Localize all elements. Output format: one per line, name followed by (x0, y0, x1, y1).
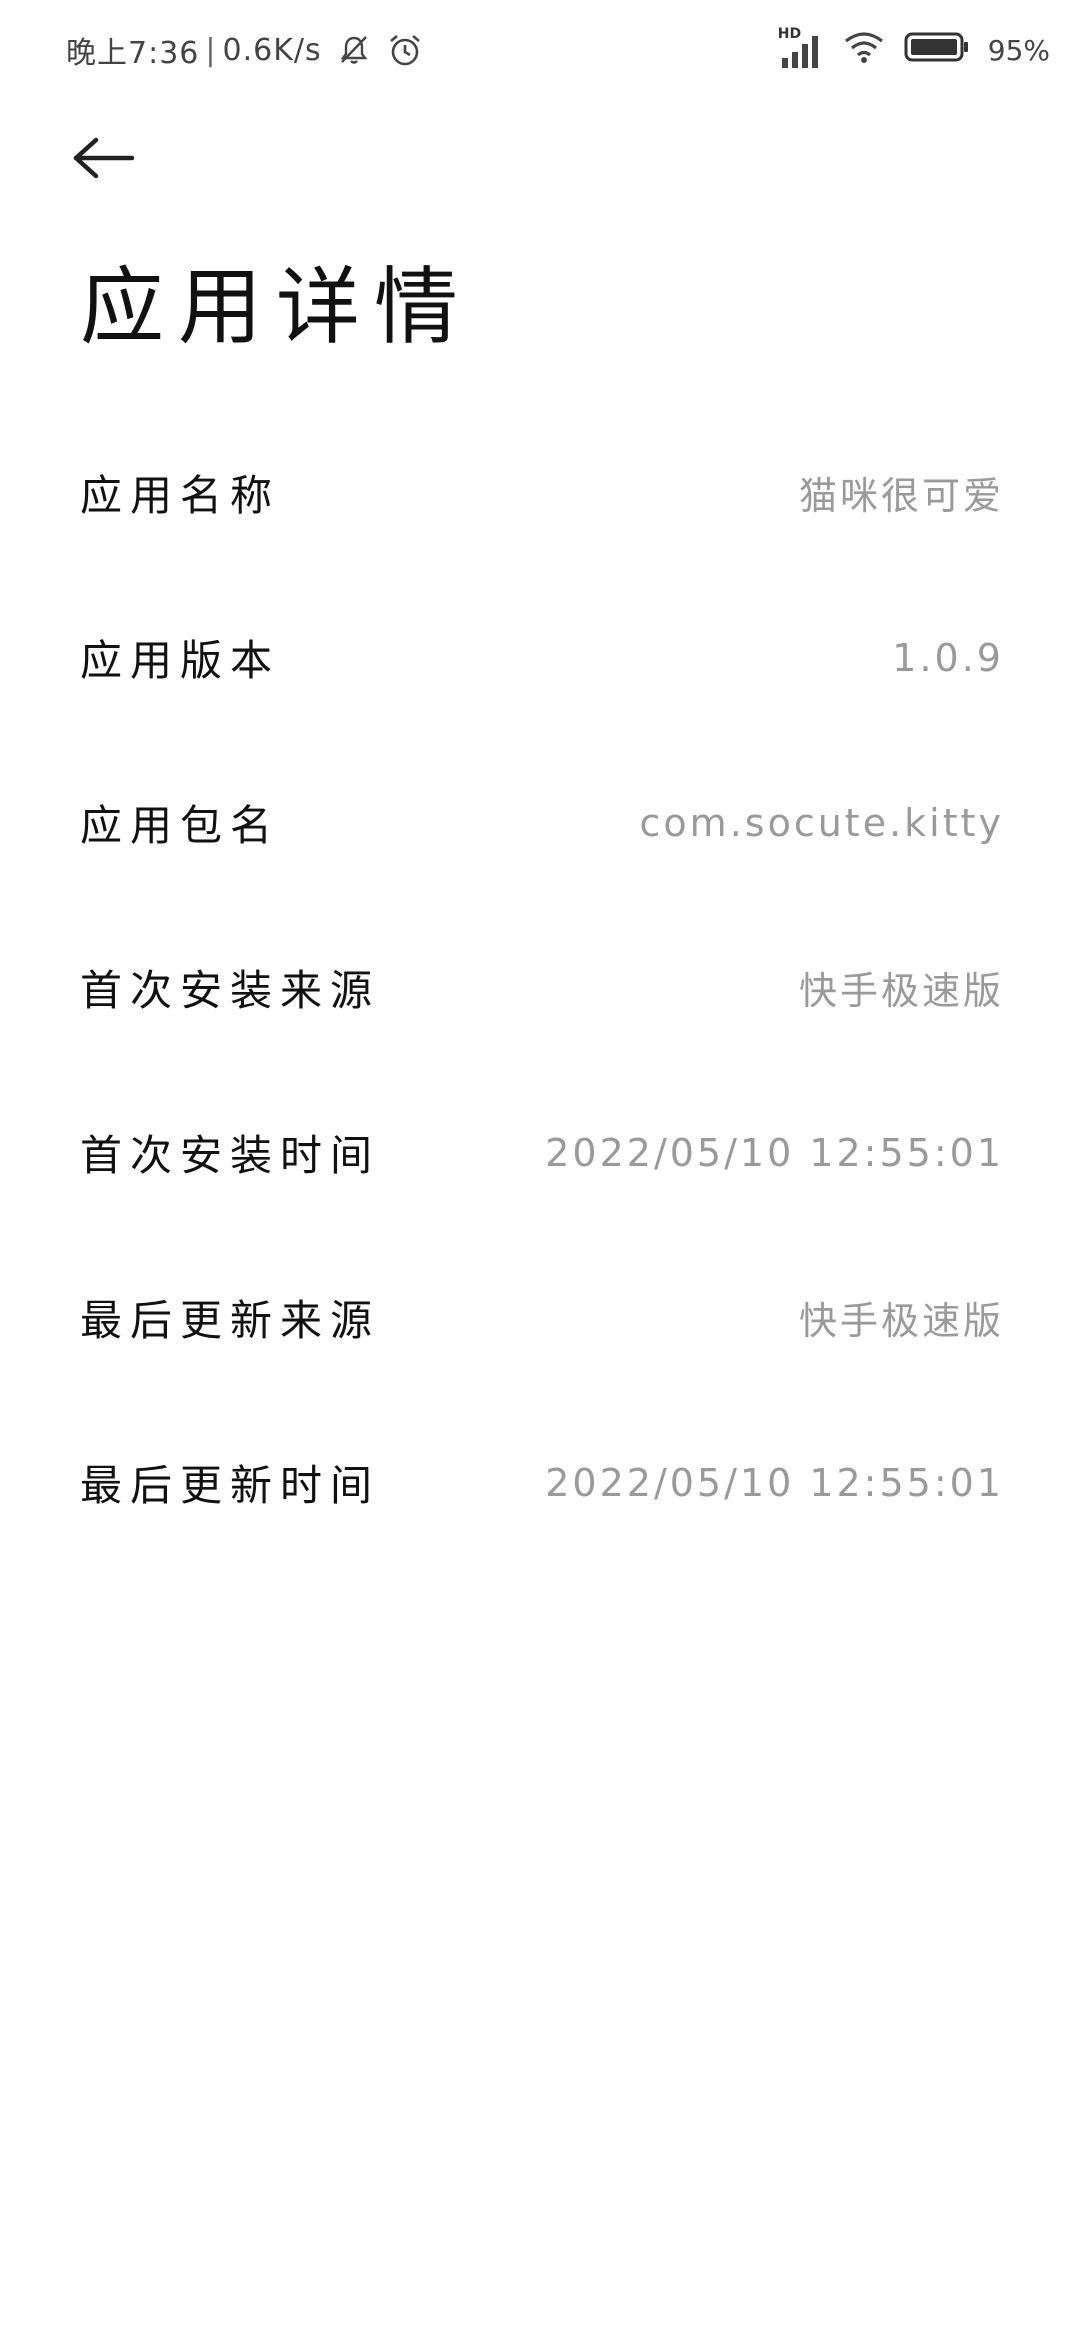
status-bar: 晚上7:36 | 0.6K/s HD 95% (0, 0, 1080, 100)
status-right: HD 95% (778, 26, 1050, 74)
info-value: com.socute.kitty (639, 800, 1004, 845)
info-label: 最后更新时间 (80, 1461, 381, 1510)
info-value: 1.0.9 (892, 635, 1004, 680)
page-title: 应用详情 (80, 258, 473, 356)
info-row-last-update-time: 最后更新时间 2022/05/10 12:55:01 (0, 1400, 1080, 1565)
info-label: 应用名称 (80, 471, 281, 520)
info-row-first-install-source: 首次安装来源 快手极速版 (0, 905, 1080, 1070)
info-row-last-update-source: 最后更新来源 快手极速版 (0, 1235, 1080, 1400)
status-left: 晚上7:36 | 0.6K/s (66, 28, 424, 72)
info-label: 应用包名 (80, 801, 281, 850)
info-label: 应用版本 (80, 636, 281, 685)
info-row-first-install-time: 首次安装时间 2022/05/10 12:55:01 (0, 1070, 1080, 1235)
info-value: 快手极速版 (798, 1299, 1004, 1343)
back-button[interactable] (72, 128, 144, 188)
info-value: 快手极速版 (798, 969, 1004, 1013)
signal-icon: HD (778, 26, 824, 70)
status-time: 晚上7:36 (66, 36, 200, 71)
info-label: 最后更新来源 (80, 1296, 381, 1345)
info-row-app-version: 应用版本 1.0.9 (0, 575, 1080, 740)
mute-icon (336, 32, 372, 68)
alarm-icon (386, 31, 424, 69)
info-value: 2022/05/10 12:55:01 (545, 1130, 1004, 1175)
battery-icon (904, 31, 970, 70)
status-net-speed: 0.6K/s (222, 32, 322, 68)
battery-percent: 95% (987, 33, 1050, 67)
status-separator: | (205, 32, 217, 68)
info-list: 应用名称 猫咪很可爱 应用版本 1.0.9 应用包名 com.socute.ki… (0, 410, 1080, 1565)
info-row-package-name: 应用包名 com.socute.kitty (0, 740, 1080, 905)
info-label: 首次安装时间 (80, 1131, 381, 1180)
info-value: 猫咪很可爱 (798, 474, 1004, 518)
back-arrow-icon (73, 137, 135, 179)
info-row-app-name: 应用名称 猫咪很可爱 (0, 410, 1080, 575)
info-value: 2022/05/10 12:55:01 (545, 1460, 1004, 1505)
info-label: 首次安装来源 (80, 966, 381, 1015)
wifi-icon (842, 29, 886, 72)
